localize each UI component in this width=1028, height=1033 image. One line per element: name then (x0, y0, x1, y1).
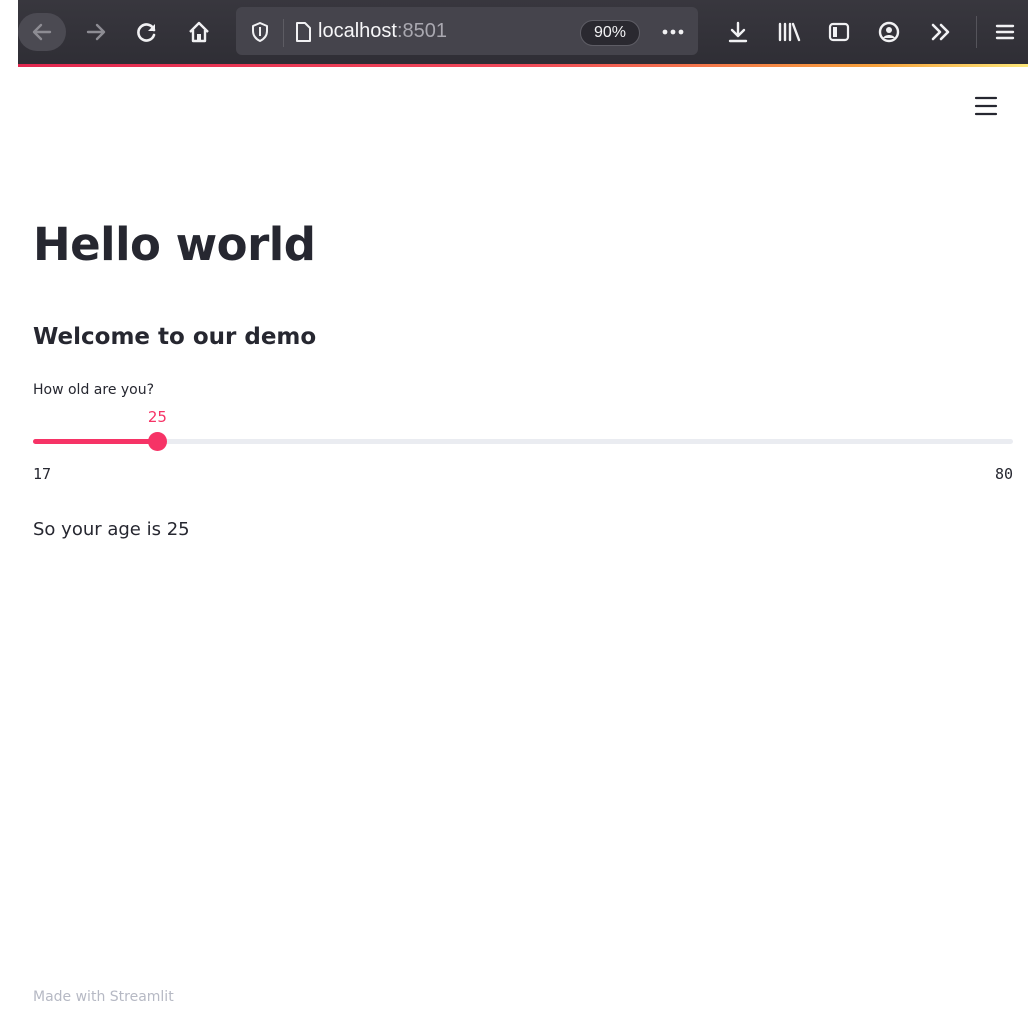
library-button[interactable] (772, 14, 806, 50)
tracking-protection-button[interactable] (246, 14, 274, 50)
urlbar-separator (283, 19, 284, 47)
url-port: :8501 (396, 20, 447, 42)
url-text[interactable]: localhost:8501 (318, 20, 447, 43)
overflow-icon (931, 23, 950, 41)
back-icon (32, 23, 52, 41)
more-icon (662, 29, 684, 35)
download-icon (728, 21, 748, 43)
site-info-button[interactable] (290, 14, 316, 50)
zoom-level-button[interactable]: 90% (580, 20, 640, 46)
url-host: localhost (318, 20, 397, 42)
overflow-menu-button[interactable] (924, 14, 958, 50)
forward-button[interactable] (80, 14, 112, 50)
sidebar-icon (828, 22, 850, 42)
menu-icon (995, 24, 1015, 40)
age-slider-thumb[interactable] (147, 432, 167, 451)
browser-window: localhost:8501 90% Hello world Welcome t… (0, 0, 1028, 1033)
browser-menu-button[interactable] (990, 14, 1020, 50)
page-actions-button[interactable] (656, 14, 690, 50)
back-button[interactable] (18, 13, 66, 51)
account-icon (878, 21, 900, 43)
forward-icon (86, 23, 106, 41)
hamburger-icon (974, 96, 998, 116)
toolbar-separator (976, 16, 977, 48)
home-icon (189, 21, 209, 43)
app-menu-button[interactable] (970, 92, 1002, 120)
slider-max-label: 80 (994, 465, 1013, 483)
slider-value: 25 (147, 408, 167, 426)
age-result-text: So your age is 25 (33, 519, 190, 540)
shield-icon (252, 22, 268, 42)
page-icon (296, 22, 311, 42)
sidebar-toggle-button[interactable] (822, 14, 856, 50)
page-title: Hello world (33, 218, 316, 271)
age-slider-fill (33, 439, 158, 444)
footer-link[interactable]: Made with Streamlit (33, 987, 174, 1007)
library-icon (778, 22, 801, 42)
downloads-button[interactable] (722, 14, 754, 50)
reload-icon (137, 23, 156, 42)
slider-label: How old are you? (33, 382, 155, 398)
toolbar-accent-line (18, 64, 1028, 67)
age-slider-track[interactable] (33, 439, 1013, 444)
account-button[interactable] (872, 14, 906, 50)
home-button[interactable] (182, 14, 216, 50)
subheader: Welcome to our demo (33, 324, 317, 350)
reload-button[interactable] (130, 14, 164, 50)
slider-min-label: 17 (33, 465, 52, 483)
